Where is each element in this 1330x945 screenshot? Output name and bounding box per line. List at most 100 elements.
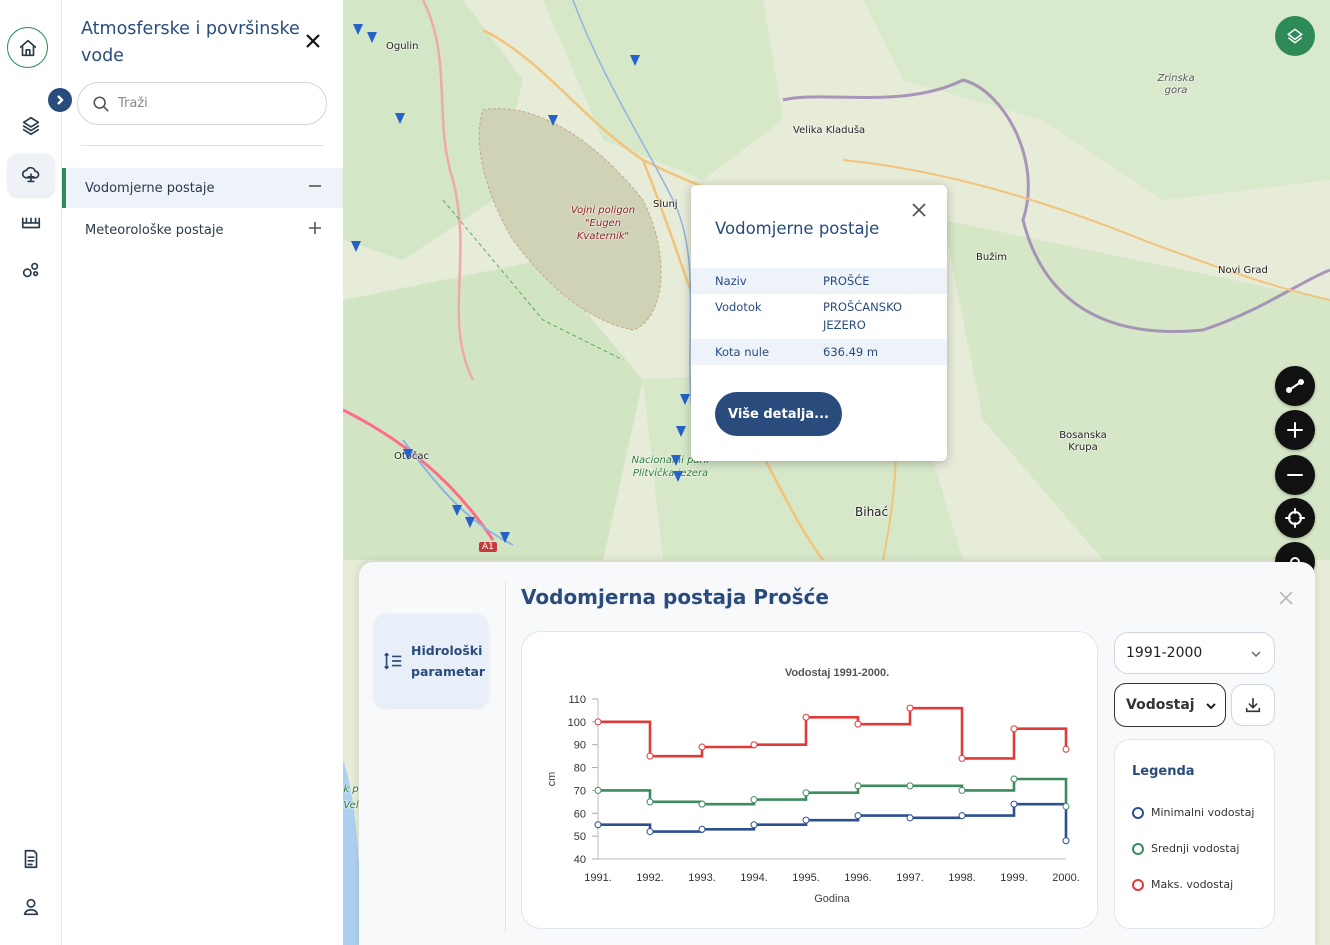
chevron-right-icon <box>57 95 64 105</box>
station-marker[interactable] <box>465 517 475 528</box>
data-point <box>750 741 758 749</box>
y-tick-label: 110 <box>568 694 586 706</box>
collapse-toggle[interactable] <box>48 88 72 112</box>
locate-button[interactable] <box>1275 498 1315 538</box>
bubbles-icon <box>22 262 39 278</box>
place-label: Bosanska Krupa <box>1059 430 1107 453</box>
chart-container: Vodostaj 1991-2000. 40 50 60 70 80 90 100 110 199… <box>521 631 1098 929</box>
chevron-down-icon <box>1206 703 1216 710</box>
period-value: 1991-2000 <box>1126 645 1203 661</box>
search-input[interactable] <box>118 96 308 111</box>
plus-icon <box>309 222 321 234</box>
row-value: PROŠĆANSKO JEZERO <box>823 300 903 332</box>
station-marker[interactable] <box>630 55 640 66</box>
x-tick-label: 1995. <box>792 872 820 884</box>
station-marker[interactable] <box>671 455 681 466</box>
y-tick-label: 50 <box>574 831 586 843</box>
analysis-button[interactable] <box>8 249 54 291</box>
category-vodomjerne-postaje[interactable]: Vodomjerne postaje <box>62 168 343 208</box>
chart-panel: Hidrološki parametar Vodomjerna postaja … <box>359 562 1315 945</box>
data-point <box>906 814 914 822</box>
tab-label: Hidrološki parametar <box>411 642 486 679</box>
data-point <box>1010 800 1018 808</box>
data-point <box>854 812 862 820</box>
close-icon <box>306 34 320 48</box>
water-level-chart: Vodostaj 1991-2000. 40 50 60 70 80 90 100 110 199… <box>546 667 1080 905</box>
chart-title: Vodostaj 1991-2000. <box>785 667 889 679</box>
station-marker[interactable] <box>452 505 462 516</box>
legend: Legenda Minimalni vodostaj Srednji vodos… <box>1114 739 1275 929</box>
station-marker[interactable] <box>351 241 361 252</box>
legend-label: Minimalni vodostaj <box>1151 806 1255 819</box>
basemap-layers-button[interactable] <box>1275 16 1315 56</box>
place-label: Zrinska gora <box>1157 73 1195 96</box>
x-tick-label: 1996. <box>844 872 872 884</box>
parameter-select[interactable]: Vodostaj <box>1114 683 1226 727</box>
panel-title: Atmosferske i površinske vode <box>81 19 300 66</box>
station-marker[interactable] <box>680 394 690 405</box>
layers-icon <box>1287 28 1303 44</box>
data-point <box>802 816 810 824</box>
period-select[interactable]: 1991-2000 <box>1114 632 1275 674</box>
legend-item-min: Minimalni vodostaj <box>1132 806 1254 819</box>
weather-water-button[interactable] <box>8 154 54 196</box>
chevron-down-icon <box>1251 651 1261 658</box>
station-marker[interactable] <box>676 426 686 437</box>
zoom-out-button[interactable] <box>1275 455 1315 495</box>
place-label: Bihać <box>855 505 889 519</box>
station-marker[interactable] <box>548 115 558 126</box>
chart-panel-title: Vodomjerna postaja Prošće <box>521 585 829 609</box>
user-button[interactable] <box>8 886 54 928</box>
x-tick-label: 1997. <box>896 872 924 884</box>
station-marker[interactable] <box>395 113 405 124</box>
data-point <box>594 786 602 794</box>
x-tick-label: 1994. <box>740 872 768 884</box>
measure-button[interactable] <box>1275 366 1315 406</box>
divider <box>505 582 506 932</box>
place-label: Bužim <box>976 252 1007 263</box>
station-marker[interactable] <box>500 532 510 543</box>
data-point <box>698 743 706 751</box>
popup-row-vodotok: Vodotok PROŠĆANSKO JEZERO <box>691 296 947 338</box>
highway-shield: A1 <box>479 542 497 552</box>
more-details-button[interactable]: Više detalja... <box>715 392 842 436</box>
y-axis-label: cm <box>546 772 558 787</box>
y-tick-label: 90 <box>574 740 586 752</box>
layer-panel: Atmosferske i površinske vode Vodomjerne… <box>62 0 343 945</box>
zoom-in-button[interactable] <box>1275 410 1315 450</box>
documents-button[interactable] <box>8 838 54 880</box>
measure-icon <box>1286 379 1304 393</box>
data-point <box>1010 725 1018 733</box>
chart-panel-close-button[interactable] <box>1278 590 1296 608</box>
search-icon <box>93 95 109 112</box>
home-button[interactable] <box>7 27 48 68</box>
y-tick-label: 60 <box>574 808 586 820</box>
station-marker[interactable] <box>353 24 363 35</box>
download-button[interactable] <box>1231 684 1275 726</box>
panel-close-button[interactable] <box>303 31 327 55</box>
station-marker[interactable] <box>403 449 413 460</box>
popup-close-button[interactable] <box>911 202 931 222</box>
y-tick-label: 70 <box>574 785 586 797</box>
series-line <box>598 706 1068 760</box>
legend-item-mean: Srednji vodostaj <box>1132 842 1239 855</box>
data-point <box>1062 802 1070 810</box>
expand-category-button[interactable] <box>307 220 327 240</box>
left-rail <box>0 0 62 945</box>
place-label: Slunj <box>653 199 678 210</box>
document-icon <box>24 849 38 869</box>
station-marker[interactable] <box>367 32 377 43</box>
station-popup: Vodomjerne postaje Naziv PROŠĆE Vodotok … <box>691 185 947 461</box>
hydrological-parameter-tab[interactable]: Hidrološki parametar <box>374 614 488 707</box>
category-meteoroloske-postaje[interactable]: Meteorološke postaje <box>62 210 343 250</box>
layers-button[interactable] <box>8 105 54 147</box>
close-icon <box>1279 591 1293 605</box>
sort-lines-icon <box>384 651 402 670</box>
station-marker[interactable] <box>673 471 683 482</box>
infrastructure-button[interactable] <box>8 201 54 243</box>
legend-marker <box>1132 878 1144 891</box>
data-point <box>906 782 914 790</box>
popup-row-kota-nule: Kota nule 636.49 m <box>691 339 947 365</box>
place-label: Velika Kladuša <box>793 125 866 136</box>
collapse-category-button[interactable] <box>307 178 327 198</box>
